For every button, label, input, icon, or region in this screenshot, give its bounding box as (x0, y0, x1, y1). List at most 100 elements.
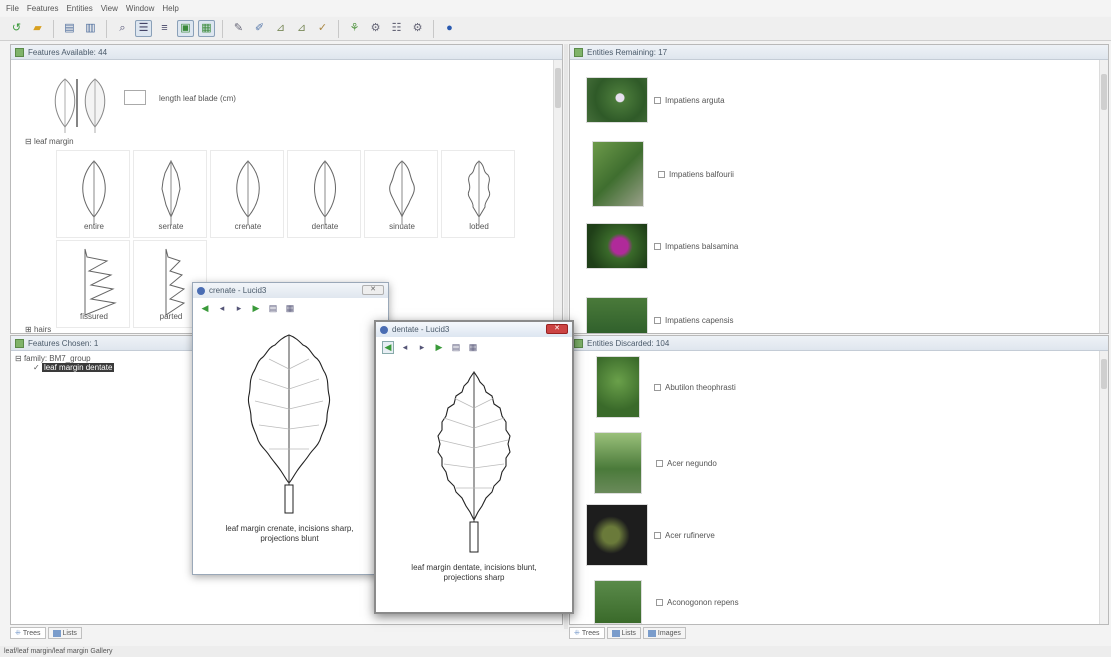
close-button[interactable]: ✕ (546, 324, 568, 334)
tree-root-node[interactable]: ⊟ family: BM7_group (15, 354, 91, 363)
entity-item[interactable]: Acer rufinerve (586, 504, 715, 566)
expand-icon[interactable]: ⊞ (25, 325, 34, 333)
select-icon[interactable]: ✓ (314, 20, 331, 37)
grid-icon[interactable]: ▦ (467, 342, 479, 353)
state-serrate[interactable]: serrate (133, 150, 207, 238)
tab-images[interactable]: Images (642, 627, 686, 639)
entity-thumbnail (592, 141, 644, 207)
state-lobed[interactable]: lobed (441, 150, 515, 238)
toolbar-separator (53, 19, 54, 38)
entity-checkbox[interactable] (656, 598, 663, 606)
state-sinuate[interactable]: sinuate (364, 150, 438, 238)
entity-item[interactable]: Acer negundo (594, 432, 717, 494)
entity-checkbox[interactable] (654, 242, 661, 250)
tab-trees[interactable]: ⁜ Trees (10, 627, 46, 639)
panel-icon (574, 338, 583, 348)
window-title-bar[interactable]: crenate - Lucid3 ✕ (193, 283, 388, 298)
hairs-group-label[interactable]: ⊞ hairs (25, 325, 51, 333)
list-icon (52, 629, 61, 637)
menu-help[interactable]: Help (162, 4, 178, 13)
tree-selected-node[interactable]: ✓ leaf margin dentate (33, 363, 115, 372)
last-icon[interactable]: ▶ (433, 342, 445, 353)
expand-icon[interactable]: ⊟ (25, 137, 34, 146)
previous-icon[interactable]: ◂ (216, 303, 228, 314)
collapse-icon[interactable]: ⊟ (15, 354, 24, 363)
entity-item[interactable]: Aconogonon repens (594, 580, 739, 624)
entity-checkbox[interactable] (654, 96, 661, 104)
length-value-input[interactable] (124, 90, 146, 105)
state-crenate[interactable]: crenate (210, 150, 284, 238)
length-label: length leaf blade (cm) (159, 94, 236, 103)
tab-lists[interactable]: Lists (47, 627, 82, 639)
entity-checkbox[interactable] (654, 531, 661, 539)
entity-name: Aconogonon repens (667, 597, 739, 607)
window-title-bar[interactable]: dentate - Lucid3 ✕ (376, 322, 572, 337)
entity-item[interactable]: Impatiens arguta (586, 77, 725, 123)
grid-icon[interactable]: ▦ (284, 303, 296, 314)
score-icon[interactable]: ⚘ (346, 20, 363, 37)
features-available-scrollbar[interactable] (553, 60, 562, 333)
close-button[interactable]: ✕ (362, 285, 384, 295)
previous-icon[interactable]: ◂ (399, 342, 411, 353)
scroll-thumb[interactable] (1101, 74, 1107, 110)
help-icon[interactable]: ● (441, 20, 458, 37)
entity-thumbnail (586, 504, 648, 566)
next-icon[interactable]: ▸ (416, 342, 428, 353)
last-icon[interactable]: ▶ (250, 303, 262, 314)
crenate-window[interactable]: crenate - Lucid3 ✕ ◀ ◂ ▸ ▶ ▤ ▦ leaf marg… (192, 282, 389, 575)
features-available-title: Features Available: 44 (28, 47, 108, 57)
dentate-window[interactable]: dentate - Lucid3 ✕ ◀ ◂ ▸ ▶ ▤ ▦ leaf marg… (374, 320, 574, 614)
menu-view[interactable]: View (101, 4, 118, 13)
state-fissured[interactable]: fissured (56, 240, 130, 328)
scroll-thumb[interactable] (555, 68, 561, 108)
entity-name: Impatiens capensis (665, 315, 734, 325)
entity-checkbox[interactable] (656, 459, 663, 467)
state-dentate[interactable]: dentate (287, 150, 361, 238)
settings-icon[interactable]: ⚙ (367, 20, 384, 37)
state-entire[interactable]: entire (56, 150, 130, 238)
menu-window[interactable]: Window (126, 4, 154, 13)
pen-icon[interactable]: ✐ (251, 20, 268, 37)
find-icon[interactable]: ⌕ (114, 20, 131, 37)
entity-item[interactable]: Impatiens balsamina (586, 223, 738, 269)
open-folder-icon[interactable]: ▰ (29, 20, 46, 37)
menu-features[interactable]: Features (27, 4, 59, 13)
entity-item[interactable]: Impatiens capensis (586, 297, 734, 333)
key-icon[interactable]: ▤ (61, 20, 78, 37)
entities-discarded-scrollbar[interactable] (1099, 351, 1108, 624)
dentate-caption: leaf margin dentate, incisions blunt, pr… (376, 563, 572, 583)
tree-view-icon[interactable]: ☰ (135, 20, 152, 37)
tab-trees[interactable]: ⁜ Trees (569, 627, 605, 639)
entity-item[interactable]: Impatiens balfourii (592, 141, 734, 207)
list-icon[interactable]: ▤ (267, 303, 279, 314)
window-toolbar: ◀ ◂ ▸ ▶ ▤ ▦ (193, 298, 388, 318)
options-icon[interactable]: ⚙ (409, 20, 426, 37)
restart-icon[interactable]: ↺ (8, 20, 25, 37)
entity-checkbox[interactable] (654, 316, 661, 324)
leaf-length-illustration[interactable] (47, 75, 119, 135)
tag-icon[interactable]: ✎ (230, 20, 247, 37)
list-icon[interactable]: ▤ (450, 342, 462, 353)
entity-checkbox[interactable] (658, 170, 665, 178)
menu-file[interactable]: File (6, 4, 19, 13)
entity-item[interactable]: Abutilon theophrasti (596, 356, 736, 418)
next-icon[interactable]: ▸ (233, 303, 245, 314)
entities-remaining-scrollbar[interactable] (1099, 60, 1108, 333)
filter-icon[interactable]: ☷ (388, 20, 405, 37)
first-icon[interactable]: ◀ (199, 303, 211, 314)
scroll-thumb[interactable] (1101, 359, 1107, 389)
list-view-icon[interactable]: ≡ (156, 20, 173, 37)
leaf-margin-group-label[interactable]: ⊟ leaf margin (25, 137, 74, 146)
first-icon[interactable]: ◀ (382, 340, 394, 354)
key-edit-icon[interactable]: ▥ (82, 20, 99, 37)
menu-entities[interactable]: Entities (66, 4, 92, 13)
toolbar-separator (222, 19, 223, 38)
images-icon[interactable]: ▣ (177, 20, 194, 37)
tab-lists[interactable]: Lists (606, 627, 641, 639)
measure-icon[interactable]: ⊿ (293, 20, 310, 37)
entity-checkbox[interactable] (654, 383, 661, 391)
entity-thumbnail (594, 432, 642, 494)
gallery-icon[interactable]: ▦ (198, 20, 215, 37)
crenate-leaf-image (241, 329, 337, 517)
ruler-icon[interactable]: ⊿ (272, 20, 289, 37)
